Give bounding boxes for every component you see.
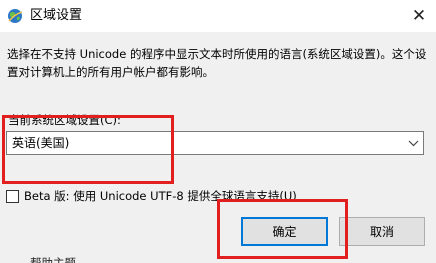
beta-utf8-label: Beta 版: 使用 Unicode UTF-8 提供全球语言支持(U) bbox=[24, 189, 297, 203]
close-button[interactable]: ✕ bbox=[402, 0, 436, 32]
globe-icon bbox=[8, 9, 23, 23]
clipped-bottom-text: 帮助主题 bbox=[30, 256, 76, 263]
locale-selected-value: 英语(美国) bbox=[12, 136, 70, 150]
description-text: 选择在不支持 Unicode 的程序中显示文本时所使用的语言(系统区域设置)。这… bbox=[7, 47, 427, 79]
chevron-down-icon bbox=[408, 140, 419, 147]
beta-utf8-option[interactable]: Beta 版: 使用 Unicode UTF-8 提供全球语言支持(U) bbox=[6, 187, 316, 205]
beta-utf8-checkbox[interactable] bbox=[6, 190, 19, 203]
region-settings-dialog: 区域设置 ✕ 选择在不支持 Unicode 的程序中显示文本时所使用的语言(系统… bbox=[0, 0, 436, 263]
close-icon: ✕ bbox=[411, 6, 427, 26]
cancel-button[interactable]: 取消 bbox=[339, 217, 425, 246]
window-title: 区域设置 bbox=[30, 8, 83, 23]
current-locale-label: 当前系统区域设置(C): bbox=[8, 113, 121, 127]
locale-dropdown[interactable]: 英语(美国) bbox=[6, 131, 424, 155]
title-bar: 区域设置 ✕ bbox=[0, 0, 436, 32]
ok-button[interactable]: 确定 bbox=[241, 217, 328, 246]
